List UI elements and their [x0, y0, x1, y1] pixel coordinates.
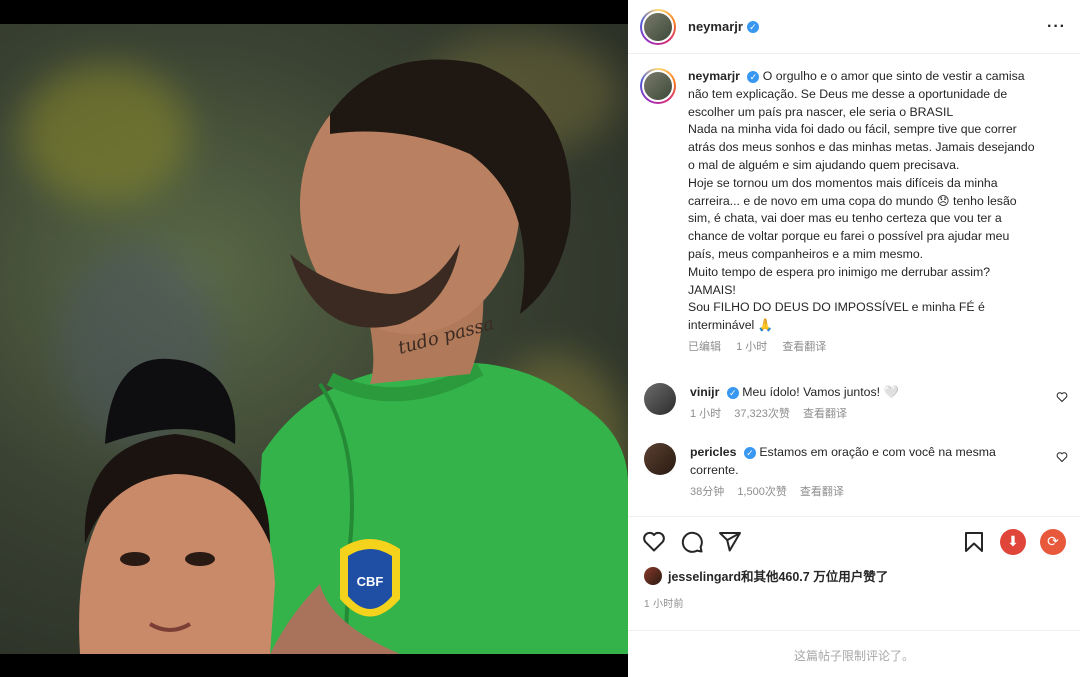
heart-icon[interactable] [1056, 451, 1068, 463]
post-caption: neymarjr ✓ O orgulho e o amor que sinto … [628, 54, 1080, 357]
share-icon[interactable] [718, 530, 742, 554]
caption-line: JAMAIS! [688, 282, 736, 297]
download-icon[interactable]: ⬇ [1000, 528, 1026, 555]
photo-illustration: CBF tudo passa [79, 59, 628, 654]
post-timestamp: 1 小时前 [644, 599, 684, 610]
comment-item: pericles ✓ Estamos em oração e com você … [628, 442, 1080, 501]
author-username[interactable]: neymarjr [688, 19, 743, 34]
bookmark-icon[interactable] [962, 530, 986, 554]
caption-line: escolher um país pra nascer, ele seria o… [688, 104, 954, 119]
translate-link[interactable]: 查看翻译 [782, 341, 826, 353]
comment-likes[interactable]: 1,500次赞 [737, 486, 787, 498]
like-heart-icon[interactable] [642, 530, 666, 554]
comment-time: 38分钟 [690, 485, 725, 498]
liker-avatar[interactable] [644, 566, 662, 585]
comment-text: Estamos em oração e com você na mesma [759, 444, 996, 459]
commenter-username[interactable]: pericles [690, 445, 737, 459]
caption-line: Hoje se tornou um dos momentos mais difí… [688, 175, 998, 190]
comment-item: vinijr ✓ Meu ídolo! Vamos juntos! 🤍 1 小时… [628, 382, 1080, 423]
comment-text: Meu ídolo! Vamos juntos! 🤍 [742, 384, 899, 399]
svg-text:CBF: CBF [357, 574, 384, 589]
commenter-avatar[interactable] [644, 442, 676, 475]
comments-limited-notice: 这篇帖子限制评论了。 [628, 630, 1080, 677]
action-bar: ⬇ ⟳ [628, 516, 1080, 566]
post-panel: neymarjr ✓ ··· neymarjr ✓ O orgulho e o … [628, 0, 1080, 677]
caption-line: Nada na minha vida foi dado ou fácil, se… [688, 122, 1017, 137]
translate-link[interactable]: 查看翻译 [800, 486, 844, 498]
caption-line: não tem explicação. Se Deus me desse a o… [688, 86, 1008, 101]
translate-link[interactable]: 查看翻译 [803, 408, 847, 420]
commenter-username[interactable]: vinijr [690, 385, 719, 399]
verified-icon: ✓ [747, 70, 760, 83]
comment-likes[interactable]: 37,323次赞 [734, 408, 790, 420]
caption-time: 1 小时 [736, 340, 768, 353]
more-options-icon[interactable]: ··· [1047, 18, 1066, 36]
caption-line: chance de voltar porque eu farei o possí… [688, 229, 1010, 244]
likes-text[interactable]: jesselingard和其他460.7 万位用户赞了 [668, 566, 888, 585]
verified-icon: ✓ [746, 20, 759, 33]
comment-body: pericles ✓ Estamos em oração e com você … [690, 443, 1020, 501]
verified-icon: ✓ [726, 386, 739, 399]
caption-line: carreira... e de novo em uma copa do mun… [688, 193, 1017, 208]
child-eye [120, 552, 150, 566]
post-header: neymarjr ✓ ··· [628, 0, 1080, 54]
caption-line: interminável 🙏 [688, 318, 774, 333]
caption-username[interactable]: neymarjr [688, 69, 740, 83]
caption-line: o mal de alguém e sim ajudando quem prec… [688, 157, 960, 172]
caption-text: neymarjr ✓ O orgulho e o amor que sinto … [688, 68, 1044, 357]
edited-label: 已编辑 [688, 340, 721, 353]
comment-meta: 1 小时 37,323次赞 查看翻译 [690, 405, 1020, 423]
author-avatar[interactable] [640, 8, 676, 45]
caption-line: Sou FILHO DO DEUS DO IMPOSSÍVEL e minha … [688, 300, 985, 315]
cbf-crest: CBF [340, 539, 400, 617]
action-bar-right: ⬇ ⟳ [962, 528, 1066, 555]
caption-line: sim, é chata, vai doer mas eu tenho cert… [688, 211, 1002, 226]
comment-icon[interactable] [680, 530, 704, 554]
heart-icon[interactable] [1056, 391, 1068, 403]
comments-scroll-area[interactable]: neymarjr ✓ O orgulho e o amor que sinto … [628, 54, 1080, 516]
comment-body: vinijr ✓ Meu ídolo! Vamos juntos! 🤍 1 小时… [690, 383, 1020, 423]
photo-panel: CBF tudo passa [0, 0, 628, 677]
verified-icon: ✓ [743, 446, 756, 459]
comment-text: corrente. [690, 462, 739, 477]
caption-line: Muito tempo de espera pro inimigo me der… [688, 264, 991, 279]
refresh-icon[interactable]: ⟳ [1040, 528, 1066, 555]
comment-time: 1 小时 [690, 407, 722, 420]
likes-summary[interactable]: jesselingard和其他460.7 万位用户赞了 [644, 566, 888, 585]
comment-meta: 38分钟 1,500次赞 查看翻译 [690, 483, 1020, 501]
post-photo[interactable]: CBF tudo passa [0, 24, 628, 654]
commenter-avatar[interactable] [644, 382, 676, 415]
caption-line: atrás dos meus sonhos e das minhas metas… [688, 140, 1035, 155]
caption-meta: 已编辑 1 小时 查看翻译 [688, 339, 1044, 357]
caption-author-avatar[interactable] [640, 68, 676, 104]
child-hair-bow [105, 358, 236, 444]
caption-line: O orgulho e o amor que sinto de vestir a… [762, 69, 1025, 83]
caption-line: país, meus companheiros e a mim mesmo. [688, 246, 924, 261]
child-eye [185, 552, 215, 566]
